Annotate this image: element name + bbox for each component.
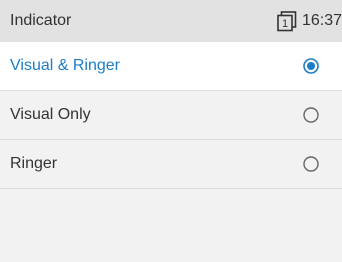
line-number: 1 xyxy=(282,18,288,30)
indicator-screen: Indicator 1 16:37 Visual & Ringer Visual… xyxy=(0,0,342,262)
radio-selected-icon[interactable] xyxy=(303,58,319,74)
page-title: Indicator xyxy=(10,12,72,29)
option-label: Visual Only xyxy=(10,106,91,123)
option-label: Visual & Ringer xyxy=(10,57,120,74)
status-indicators: 1 16:37 xyxy=(276,0,342,42)
option-visual-only[interactable]: Visual Only xyxy=(0,91,342,140)
option-visual-and-ringer[interactable]: Visual & Ringer xyxy=(0,42,342,91)
status-time: 16:37 xyxy=(301,12,342,29)
status-bar: Indicator 1 16:37 xyxy=(0,0,342,42)
option-ringer[interactable]: Ringer xyxy=(0,140,342,189)
line-1-icon: 1 xyxy=(277,11,297,32)
radio-unselected-icon[interactable] xyxy=(303,156,319,172)
indicator-options-list: Visual & Ringer Visual Only Ringer xyxy=(0,42,342,189)
radio-unselected-icon[interactable] xyxy=(303,107,319,123)
option-label: Ringer xyxy=(10,155,58,172)
